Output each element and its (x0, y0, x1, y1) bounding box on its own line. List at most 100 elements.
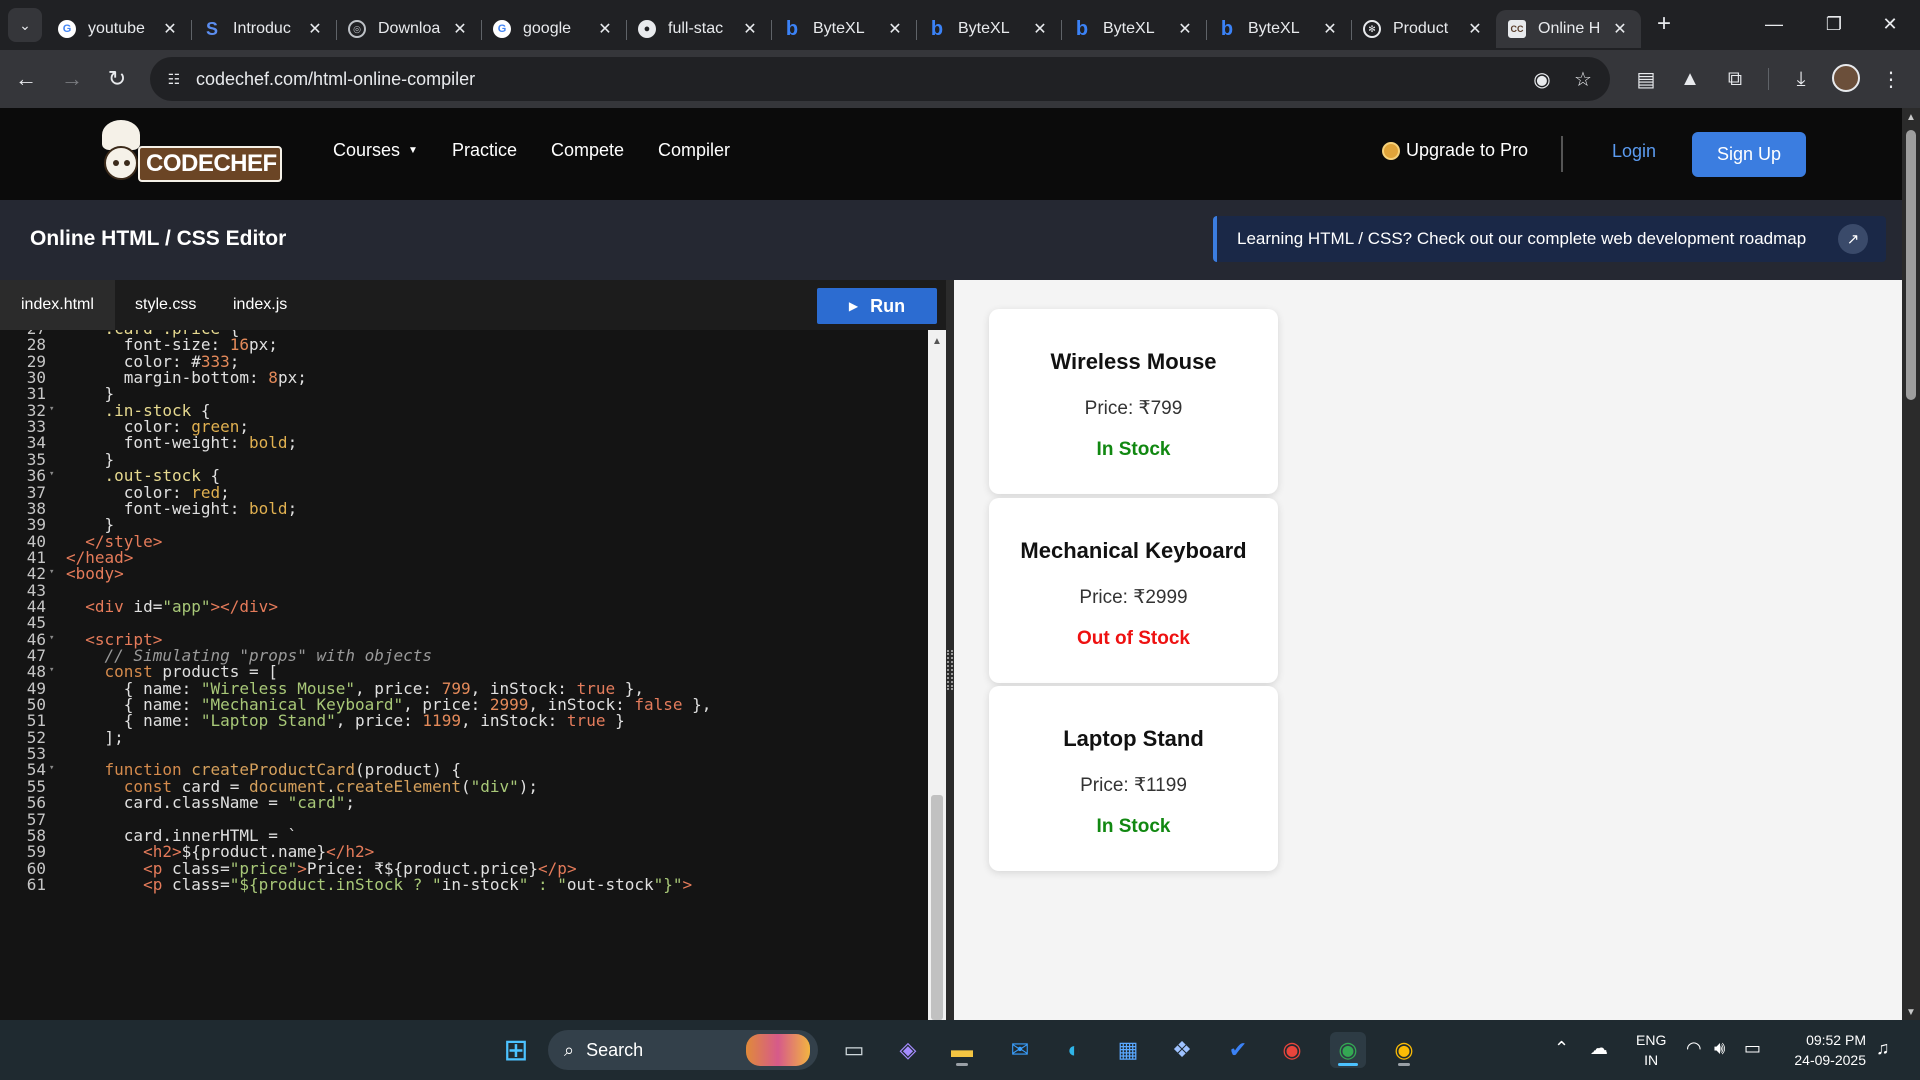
browser-tab[interactable]: Ggoogle ✕ (481, 10, 626, 48)
page-scroll-up-icon[interactable]: ▲ (1905, 112, 1917, 123)
browser-tab[interactable]: b ByteXL ✕ (771, 10, 916, 48)
close-tab-icon[interactable]: ✕ (596, 19, 614, 39)
python-idle-icon[interactable]: ❖ (1164, 1032, 1200, 1068)
battery-icon[interactable]: ▭ (1744, 1038, 1761, 1059)
fold-arrow-icon[interactable]: ▾ (49, 633, 54, 643)
browser-tab[interactable]: ✻ Product ✕ (1351, 10, 1496, 48)
menu-kebab-icon[interactable]: ⋮ (1876, 64, 1906, 94)
browser-tab[interactable]: ◎ Downloa ✕ (336, 10, 481, 48)
product-price: Price: ₹799 (1084, 398, 1183, 419)
taskbar-search[interactable]: ⌕ Search (548, 1030, 818, 1070)
arrow-up-right-icon[interactable]: ↗ (1838, 224, 1868, 254)
browser-tab[interactable]: b ByteXL ✕ (1061, 10, 1206, 48)
chevron-up-icon[interactable]: ⌃ (1554, 1038, 1569, 1059)
extensions-puzzle-icon[interactable]: ⧉ (1720, 64, 1750, 94)
login-link[interactable]: Login (1612, 141, 1656, 162)
onedrive-cloud-icon[interactable]: ☁ (1590, 1038, 1608, 1059)
tab-style-css[interactable]: style.css (114, 280, 217, 330)
bookmark-star-icon[interactable]: ☆ (1571, 67, 1595, 91)
logo-wordmark: CODECHEF (138, 146, 282, 182)
upgrade-to-pro-link[interactable]: Upgrade to Pro (1382, 140, 1528, 161)
run-label: Run (870, 295, 906, 316)
site-info-icon[interactable]: ☷ (164, 69, 184, 89)
code-scrollbar-thumb[interactable] (931, 795, 943, 1020)
outlook-icon[interactable]: ✉ (1002, 1032, 1038, 1068)
codechef-logo[interactable]: CODECHEF (98, 120, 283, 186)
nav-compete[interactable]: Compete (551, 140, 624, 161)
restore-button[interactable]: ❐ (1804, 8, 1864, 40)
address-bar[interactable]: ☷ codechef.com/html-online-compiler ◉ ☆ (150, 57, 1610, 101)
roadmap-banner[interactable]: Learning HTML / CSS? Check out our compl… (1213, 216, 1886, 262)
store-icon[interactable]: ▦ (1110, 1032, 1146, 1068)
eye-off-icon[interactable]: ◉ (1530, 67, 1554, 91)
tab-index-html[interactable]: index.html (0, 280, 115, 330)
browser-tab[interactable]: CC Online H ✕ (1496, 10, 1641, 48)
url-text[interactable]: codechef.com/html-online-compiler (196, 69, 475, 90)
wifi-icon[interactable]: ◠ (1686, 1038, 1702, 1059)
tab-title: ByteXL (813, 20, 865, 37)
page-scroll-down-icon[interactable]: ▼ (1905, 1007, 1917, 1018)
chrome-profile-icon[interactable]: ◉ (1330, 1032, 1366, 1068)
close-tab-icon[interactable]: ✕ (1031, 19, 1049, 39)
new-tab-button[interactable]: + (1650, 10, 1678, 38)
page-scrollbar-thumb[interactable] (1906, 130, 1916, 400)
close-tab-icon[interactable]: ✕ (1611, 19, 1629, 39)
close-tab-icon[interactable]: ✕ (1176, 19, 1194, 39)
splitter-grip-icon[interactable] (947, 650, 953, 690)
close-window-button[interactable]: ✕ (1860, 8, 1920, 40)
windows-start-icon[interactable]: ⊞ (498, 1032, 534, 1068)
fold-arrow-icon[interactable]: ▾ (49, 404, 54, 414)
run-button[interactable]: ▶ Run (817, 288, 937, 324)
tab-search-chevron-icon[interactable]: ⌄ (8, 8, 42, 42)
nav-courses[interactable]: Courses ▼ (333, 140, 418, 161)
task-view-icon[interactable]: ▭ (836, 1032, 872, 1068)
nav-compiler[interactable]: Compiler (658, 140, 730, 161)
edge-icon[interactable]: ◐ (1056, 1032, 1092, 1068)
scroll-up-arrow-icon[interactable]: ▲ (932, 336, 942, 347)
notification-bell-icon[interactable]: ♫ (1876, 1038, 1890, 1059)
back-button[interactable]: ← (8, 61, 44, 97)
product-name: Laptop Stand (1063, 726, 1204, 751)
tab-title: full-stac (668, 20, 724, 37)
forward-button[interactable]: → (54, 61, 90, 97)
reload-button[interactable]: ↻ (99, 61, 135, 97)
browser-tab[interactable]: b ByteXL ✕ (916, 10, 1061, 48)
todo-check-icon[interactable]: ✔ (1220, 1032, 1256, 1068)
close-tab-icon[interactable]: ✕ (306, 19, 324, 39)
browser-tab[interactable]: ● full-stac ✕ (626, 10, 771, 48)
pane-splitter[interactable] (946, 280, 954, 1020)
close-tab-icon[interactable]: ✕ (1321, 19, 1339, 39)
code-line[interactable]: 61 <p class="${product.inStock ? "in-sto… (0, 875, 928, 895)
signup-button[interactable]: Sign Up (1692, 132, 1806, 177)
close-tab-icon[interactable]: ✕ (161, 19, 179, 39)
system-clock[interactable]: 09:52 PM 24-09-2025 (1786, 1030, 1866, 1070)
chrome-secondary-icon[interactable]: ◉ (1386, 1032, 1422, 1068)
drive-icon[interactable]: ▲ (1675, 64, 1705, 94)
fold-arrow-icon[interactable]: ▾ (49, 469, 54, 479)
copilot-icon[interactable]: ◈ (890, 1032, 926, 1068)
close-tab-icon[interactable]: ✕ (886, 19, 904, 39)
volume-icon[interactable]: 🔊︎ (1714, 1038, 1725, 1059)
chrome-icon[interactable]: ◉ (1274, 1032, 1310, 1068)
language-indicator[interactable]: ENG IN (1636, 1030, 1666, 1070)
nav-practice[interactable]: Practice (452, 140, 517, 161)
page-scrollbar[interactable]: ▲ ▼ (1902, 108, 1920, 1020)
downloads-icon[interactable]: ⤓ (1786, 64, 1816, 94)
browser-tab[interactable]: b ByteXL ✕ (1206, 10, 1351, 48)
extension-tab-icon[interactable]: ▤ (1631, 64, 1661, 94)
browser-tab[interactable]: Gyoutube ✕ (46, 10, 191, 48)
close-tab-icon[interactable]: ✕ (741, 19, 759, 39)
minimize-button[interactable]: — (1744, 8, 1804, 40)
code-scrollbar[interactable]: ▲ (928, 330, 946, 1020)
close-tab-icon[interactable]: ✕ (451, 19, 469, 39)
code-editor[interactable]: 27 .card .price {28 font-size: 16px;29 c… (0, 330, 928, 1020)
fold-arrow-icon[interactable]: ▾ (49, 763, 54, 773)
tab-index-js[interactable]: index.js (212, 280, 308, 330)
close-tab-icon[interactable]: ✕ (1466, 19, 1484, 39)
fold-arrow-icon[interactable]: ▾ (49, 567, 54, 577)
browser-tab[interactable]: S Introduc ✕ (191, 10, 336, 48)
file-explorer-icon[interactable]: ▬ (944, 1032, 980, 1068)
fold-arrow-icon[interactable]: ▾ (49, 665, 54, 675)
profile-avatar[interactable] (1832, 64, 1860, 92)
region-code: IN (1644, 1052, 1659, 1068)
